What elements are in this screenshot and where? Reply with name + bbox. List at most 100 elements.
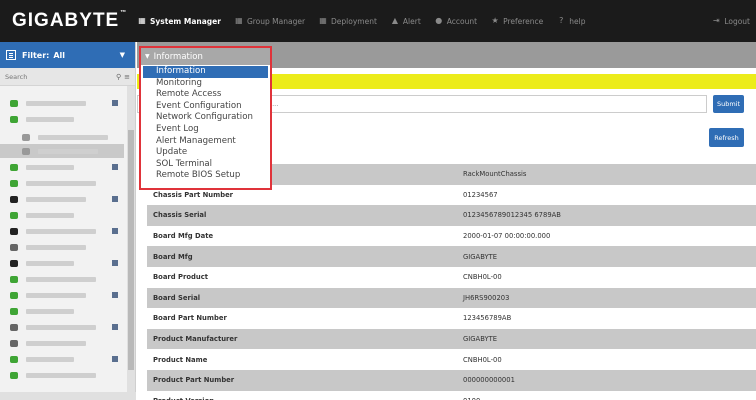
nav-item-1[interactable]: ▦ Group Manager bbox=[235, 17, 305, 26]
field-value: CNBH0L-00 bbox=[463, 273, 502, 282]
dropdown-list: Information Monitoring Remote Access Event … bbox=[141, 65, 270, 182]
node-list bbox=[0, 86, 135, 398]
field-value: 0123456789012345 6789AB bbox=[463, 211, 561, 220]
menu-item-network-configuration[interactable]: Network Configuration bbox=[143, 112, 268, 124]
warning-icon: ▲ bbox=[391, 16, 398, 25]
nav-item-label: Alert bbox=[402, 16, 421, 26]
filter-dropdown[interactable]: Filter: All ▼ bbox=[0, 42, 135, 68]
node-item[interactable] bbox=[0, 352, 124, 366]
filter-value: All bbox=[53, 50, 66, 60]
node-name bbox=[26, 276, 96, 282]
nav-item-6[interactable]: ? help bbox=[557, 17, 585, 26]
node-name bbox=[26, 340, 86, 346]
node-item[interactable] bbox=[0, 130, 124, 144]
filter-label: Filter: bbox=[22, 50, 50, 60]
node-item[interactable] bbox=[0, 176, 124, 190]
server-status-icon bbox=[10, 115, 18, 123]
dropdown-header[interactable]: ▼ Information bbox=[141, 48, 270, 65]
node-item[interactable] bbox=[0, 96, 124, 110]
caret-down-icon: ▼ bbox=[119, 51, 125, 59]
node-item[interactable] bbox=[0, 320, 124, 334]
menu-icon[interactable]: ≡ bbox=[124, 73, 130, 81]
node-item[interactable] bbox=[0, 256, 124, 270]
field-value: CNBH0L-00 bbox=[463, 355, 502, 364]
refresh-button[interactable]: Refresh bbox=[709, 128, 744, 147]
grid-icon: ▦ bbox=[235, 16, 243, 25]
field-label: Board Mfg bbox=[153, 252, 193, 261]
node-item[interactable] bbox=[0, 224, 124, 238]
node-item[interactable] bbox=[0, 192, 124, 206]
node-item[interactable] bbox=[0, 272, 124, 286]
menu-item-event-configuration[interactable]: Event Configuration bbox=[143, 101, 268, 113]
nav-item-label: Deployment bbox=[331, 16, 377, 26]
node-name bbox=[26, 228, 96, 234]
node-item[interactable] bbox=[0, 240, 124, 254]
horizontal-scrollbar[interactable] bbox=[0, 392, 136, 400]
node-name bbox=[26, 180, 96, 186]
top-bar: GIGABYTE™ ▦ System Manager ▦ Group Manager ▦… bbox=[0, 0, 756, 42]
node-name bbox=[26, 164, 74, 170]
submit-button[interactable]: Submit bbox=[713, 95, 744, 113]
node-item[interactable] bbox=[0, 112, 124, 126]
node-name bbox=[26, 116, 74, 122]
menu-item-update[interactable]: Update bbox=[143, 147, 268, 159]
table-row: Board Product CNBH0L-00 bbox=[147, 266, 756, 288]
node-marker bbox=[112, 260, 118, 266]
menu-item-event-log[interactable]: Event Log bbox=[143, 124, 268, 136]
node-item[interactable] bbox=[0, 288, 124, 302]
user-icon: ● bbox=[435, 16, 443, 25]
menu-item-remote-bios-setup[interactable]: Remote BIOS Setup bbox=[143, 170, 268, 182]
field-label: Board Part Number bbox=[153, 314, 227, 323]
node-item[interactable] bbox=[0, 144, 124, 158]
server-status-icon bbox=[10, 227, 18, 235]
nav-item-5[interactable]: ★ Preference bbox=[491, 17, 543, 26]
logout-icon: ⇥ bbox=[712, 16, 720, 25]
star-icon: ★ bbox=[491, 16, 499, 25]
field-value: 2000-01-07 00:00:00.000 bbox=[463, 232, 551, 241]
node-item[interactable] bbox=[0, 304, 124, 318]
field-label: Board Serial bbox=[153, 293, 201, 302]
field-label: Chassis Serial bbox=[153, 211, 207, 220]
node-name bbox=[26, 324, 96, 330]
table-row: Product Version0100 bbox=[147, 390, 756, 400]
menu-item-sol-terminal[interactable]: SOL Terminal bbox=[143, 159, 268, 171]
search-input[interactable] bbox=[5, 72, 116, 81]
node-item[interactable] bbox=[0, 368, 124, 382]
node-item[interactable] bbox=[0, 336, 124, 350]
server-status-icon bbox=[10, 323, 18, 331]
menu-item-monitoring[interactable]: Monitoring bbox=[143, 78, 268, 90]
nav-item-2[interactable]: ▦ Deployment bbox=[319, 17, 377, 26]
menu-item-remote-access[interactable]: Remote Access bbox=[143, 89, 268, 101]
node-marker bbox=[112, 324, 118, 330]
logout-label: Logout bbox=[724, 16, 750, 26]
node-name bbox=[38, 148, 98, 154]
node-item[interactable] bbox=[0, 208, 124, 222]
node-name bbox=[26, 244, 86, 250]
node-marker bbox=[112, 228, 118, 234]
field-label: Board Product bbox=[153, 273, 209, 282]
server-status-icon bbox=[10, 195, 18, 203]
scrollbar-thumb[interactable] bbox=[128, 130, 134, 370]
table-row: Product Manufacturer GIGABYTE bbox=[147, 328, 756, 350]
nav-item-4[interactable]: ● Account bbox=[435, 17, 477, 26]
nav-item-label: Preference bbox=[503, 16, 544, 26]
table-row: Product Name CNBH0L-00 bbox=[147, 349, 756, 370]
logout-link[interactable]: ⇥ Logout bbox=[712, 0, 750, 42]
vertical-scrollbar[interactable] bbox=[127, 86, 135, 398]
question-icon: ? bbox=[559, 16, 564, 25]
info-table: RackMountChassis Chassis Part Number 01234… bbox=[147, 164, 756, 400]
nav-item-0[interactable]: ▦ System Manager bbox=[138, 17, 221, 26]
server-status-icon bbox=[10, 291, 18, 299]
nav-item-3[interactable]: ▲ Alert bbox=[391, 17, 421, 26]
menu-item-alert-management[interactable]: Alert Management bbox=[143, 136, 268, 148]
node-item[interactable] bbox=[0, 160, 124, 174]
table-row: Board Serial JH6RS900203 bbox=[147, 287, 756, 309]
node-name bbox=[26, 308, 74, 314]
nav-item-label: Group Manager bbox=[246, 16, 306, 26]
table-row: Chassis Serial 0123456789012345 6789AB bbox=[147, 205, 756, 226]
search-icon[interactable]: ⚲ bbox=[116, 73, 121, 81]
menu-item-information[interactable]: Information bbox=[143, 66, 268, 78]
nav-item-label: Account bbox=[446, 16, 478, 26]
list-icon bbox=[6, 50, 16, 60]
field-label: Product Name bbox=[153, 355, 208, 364]
